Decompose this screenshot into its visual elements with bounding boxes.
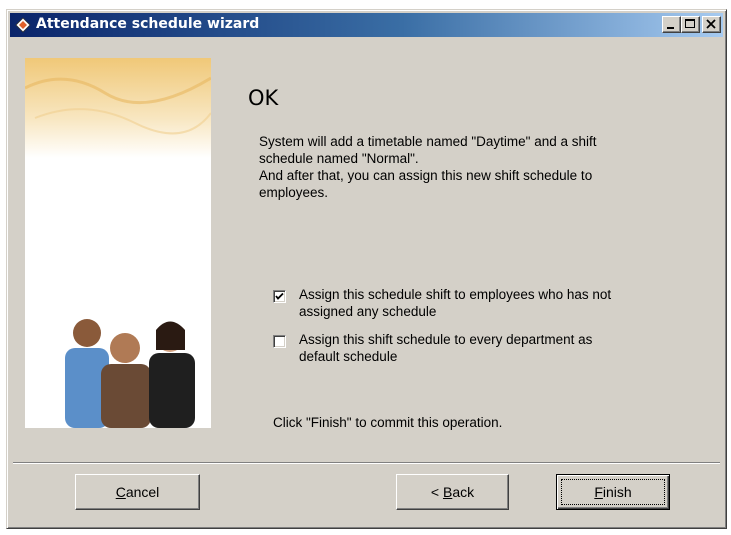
wizard-diamond-icon	[15, 17, 31, 33]
back-button[interactable]: < Back	[396, 474, 509, 510]
people-photo-icon	[25, 58, 211, 428]
maximize-button[interactable]	[681, 16, 700, 33]
finish-button[interactable]: Finish	[556, 474, 670, 510]
option-label-line: Assign this shift schedule to every depa…	[299, 332, 593, 347]
wizard-window: Attendance schedule wizard OK System wil…	[6, 9, 727, 529]
option-label-line: assigned any schedule	[299, 304, 437, 319]
cancel-mnemonic: C	[115, 484, 126, 500]
checkmark-icon	[275, 292, 284, 300]
finish-mnemonic: F	[594, 484, 603, 500]
back-label: ack	[452, 484, 475, 500]
description-line: schedule named "Normal".	[259, 151, 419, 166]
assign-unscheduled-checkbox[interactable]	[273, 290, 286, 303]
cancel-button[interactable]: Cancel	[75, 474, 200, 510]
focus-rectangle: Finish	[561, 479, 665, 505]
finish-instruction: Click "Finish" to commit this operation.	[273, 415, 503, 430]
close-button[interactable]	[702, 16, 721, 33]
description-text: System will add a timetable named "Dayti…	[259, 133, 679, 201]
back-prefix: <	[430, 484, 443, 500]
cancel-label: ancel	[125, 484, 160, 500]
page-heading: OK	[248, 86, 279, 110]
maximize-icon	[685, 19, 695, 28]
option-label-line: default schedule	[299, 349, 398, 364]
back-mnemonic: B	[442, 484, 453, 500]
description-line: System will add a timetable named "Dayti…	[259, 134, 597, 149]
button-separator	[13, 462, 720, 464]
finish-label: inish	[602, 484, 632, 500]
window-title: Attendance schedule wizard	[36, 16, 260, 32]
title-bar[interactable]: Attendance schedule wizard	[10, 13, 723, 37]
option-label-line: Assign this schedule shift to employees …	[299, 287, 612, 302]
minimize-icon	[667, 27, 674, 29]
wizard-side-image	[25, 58, 211, 428]
minimize-button[interactable]	[662, 16, 681, 33]
close-icon	[706, 19, 716, 29]
assign-departments-label: Assign this shift schedule to every depa…	[299, 331, 592, 365]
description-line: And after that, you can assign this new …	[259, 168, 593, 183]
assign-unscheduled-label: Assign this schedule shift to employees …	[299, 286, 611, 320]
assign-departments-checkbox[interactable]	[273, 335, 286, 348]
description-line: employees.	[259, 185, 329, 200]
